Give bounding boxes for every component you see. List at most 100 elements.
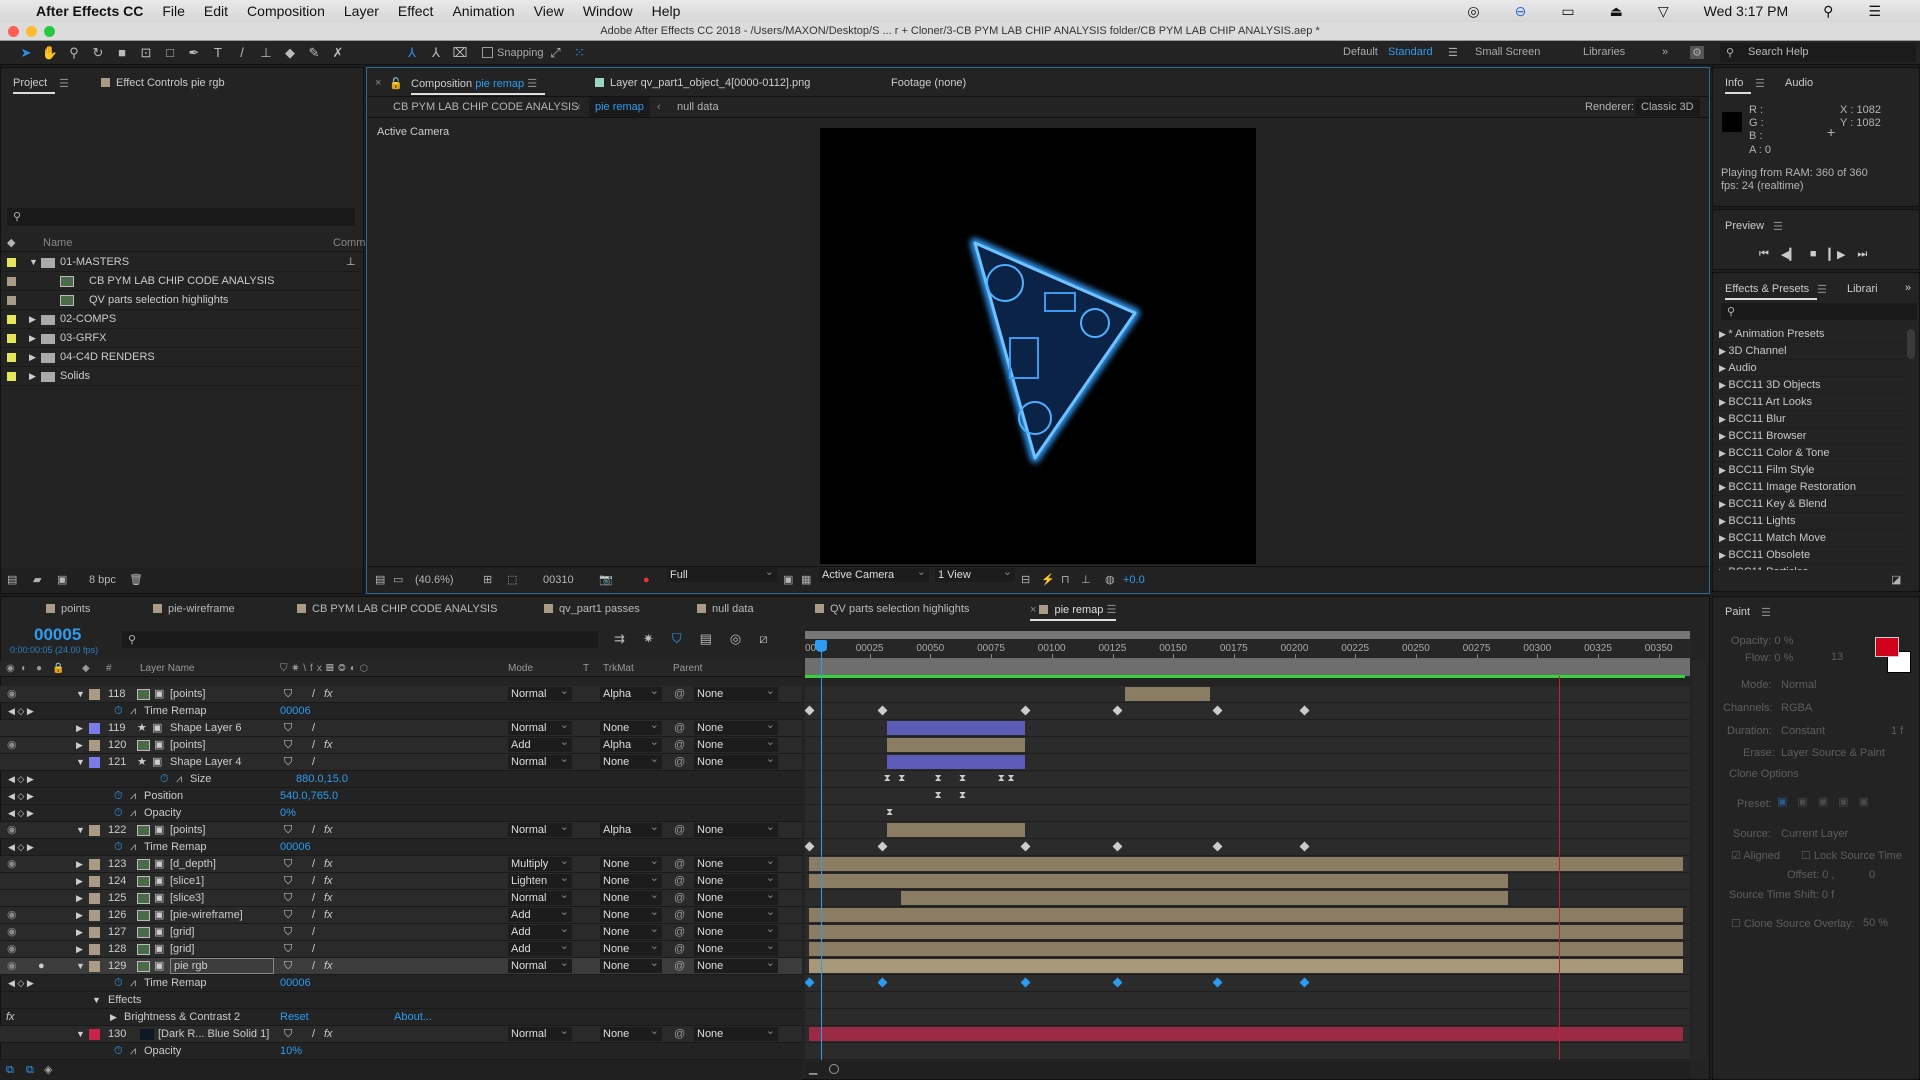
keyframe-navigator-icon[interactable]: ◀ ◇ ▶ xyxy=(8,839,34,856)
layer-name[interactable]: [grid] xyxy=(170,941,194,958)
shy-icon[interactable]: ⛉ xyxy=(284,754,292,771)
menu-file[interactable]: File xyxy=(162,3,185,19)
keyframe[interactable] xyxy=(1212,705,1223,716)
tab-libraries[interactable]: Librari xyxy=(1847,283,1883,295)
bpc-button[interactable]: 8 bpc xyxy=(89,568,116,593)
zoom-tool-icon[interactable]: ⚲ xyxy=(65,44,83,62)
stop-icon[interactable]: ■ xyxy=(1810,248,1817,261)
project-item[interactable]: ▶ Solids xyxy=(1,367,361,386)
interpret-footage-icon[interactable]: ▤ xyxy=(7,568,17,593)
region-of-interest-icon[interactable]: ▣ xyxy=(783,567,793,593)
shy-icon[interactable]: ⛉ xyxy=(284,856,292,873)
trkmat-dropdown[interactable]: Alpha xyxy=(600,735,662,752)
tab-layer[interactable]: Layer qv_part1_object_4[0000-0112].png xyxy=(595,77,810,89)
keyframe[interactable] xyxy=(1020,841,1031,852)
menu-app[interactable]: After Effects CC xyxy=(36,3,143,19)
keyframe[interactable] xyxy=(1112,977,1123,988)
label-color[interactable] xyxy=(89,927,100,938)
property-value[interactable]: 540.0,765.0 xyxy=(280,788,338,805)
eye-icon[interactable]: ◉ xyxy=(7,856,17,873)
pickwhip-icon[interactable]: @ xyxy=(674,890,685,907)
mask-icon[interactable]: ⬚ xyxy=(507,567,517,593)
keyframe[interactable] xyxy=(804,705,815,716)
label-color[interactable] xyxy=(7,315,16,324)
collapsed-triangle-icon[interactable]: ▶ xyxy=(76,873,83,890)
col-number[interactable]: # xyxy=(106,661,112,677)
quality-icon[interactable]: / xyxy=(312,924,315,941)
timeline-search-input[interactable]: ⚲ xyxy=(122,631,598,648)
resolution-dropdown[interactable]: Full xyxy=(667,565,777,582)
collapsed-triangle-icon[interactable]: ▶ xyxy=(76,890,83,907)
quality-icon[interactable]: / xyxy=(312,873,315,890)
hand-tool-icon[interactable]: ✋ xyxy=(41,44,59,62)
layer-name[interactable]: pie rgb xyxy=(170,958,274,974)
layer-duration-bar[interactable] xyxy=(809,959,1684,973)
tab-effects-presets[interactable]: Effects & Presets xyxy=(1725,283,1818,300)
tab-composition[interactable]: Composition pie remap ☰ xyxy=(411,77,546,95)
layer-duration-bar[interactable] xyxy=(886,721,1026,735)
mode-dropdown[interactable]: Normal xyxy=(508,684,572,701)
label-color[interactable] xyxy=(7,258,16,267)
col-name[interactable]: Name xyxy=(43,234,72,252)
solo-switch-icon[interactable]: ● xyxy=(36,661,42,677)
keyframe[interactable] xyxy=(877,977,888,988)
layer-duration-bar[interactable] xyxy=(809,1027,1684,1041)
stopwatch-icon[interactable]: ⏱ xyxy=(114,805,123,822)
clone-preset-2-icon[interactable]: ▣ xyxy=(1797,795,1807,808)
col-trkmat[interactable]: TrkMat xyxy=(603,661,634,677)
spotlight-icon[interactable]: ⚲ xyxy=(1823,3,1833,20)
fx-icon[interactable]: fx xyxy=(324,737,333,754)
timeline-tab[interactable]: QV parts selection highlights xyxy=(815,603,969,615)
delete-icon[interactable]: 🗑 xyxy=(129,568,143,593)
effect-category[interactable]: ▶ * Animation Presets xyxy=(1713,326,1903,343)
fx-icon[interactable]: fx xyxy=(6,1009,15,1026)
mode-dropdown[interactable]: Normal xyxy=(508,888,572,905)
col-comment[interactable]: Comm xyxy=(333,234,365,252)
mode-dropdown[interactable]: Add xyxy=(508,735,572,752)
clone-stamp-tool-icon[interactable]: ⊥ xyxy=(257,44,275,62)
workspace-libraries[interactable]: Libraries xyxy=(1583,46,1625,58)
pickwhip-icon[interactable]: @ xyxy=(674,822,685,839)
label-color[interactable] xyxy=(7,277,16,286)
fx-icon[interactable]: fx xyxy=(324,873,333,890)
hold-keyframe[interactable]: ⧗ xyxy=(1008,773,1015,784)
camera-dropdown[interactable]: Active Camera xyxy=(819,565,929,582)
pickwhip-icon[interactable]: @ xyxy=(674,720,685,737)
trkmat-dropdown[interactable]: None xyxy=(600,718,662,735)
label-color[interactable] xyxy=(7,372,16,381)
close-tab-icon[interactable]: × xyxy=(1030,604,1039,616)
graph-icon[interactable]: ⩘ xyxy=(130,839,136,856)
effect-reset-link[interactable]: Reset xyxy=(280,1009,309,1026)
mode-dropdown[interactable]: Add xyxy=(508,905,572,922)
pickwhip-icon[interactable]: @ xyxy=(674,941,685,958)
lock-icon[interactable]: 🔓 xyxy=(389,77,403,90)
effect-category[interactable]: ▶ BCC11 Browser xyxy=(1713,428,1903,445)
label-color[interactable] xyxy=(89,910,100,921)
pickwhip-icon[interactable]: @ xyxy=(674,754,685,771)
hold-keyframe[interactable]: ⧗ xyxy=(935,773,942,784)
pen-tool-icon[interactable]: ✒ xyxy=(185,44,203,62)
eye-icon[interactable]: ◉ xyxy=(7,822,17,839)
local-axis-icon[interactable]: ⅄ xyxy=(403,44,421,62)
property-value[interactable]: 00006 xyxy=(280,703,311,720)
close-tab-icon[interactable]: × xyxy=(375,77,381,89)
col-layer-name[interactable]: Layer Name xyxy=(140,661,194,677)
mode-dropdown[interactable]: Normal xyxy=(508,752,572,769)
eject-icon[interactable]: ⏏ xyxy=(1610,3,1623,20)
work-area-indicator[interactable] xyxy=(805,675,1685,678)
keyframe[interactable] xyxy=(1212,841,1223,852)
layer-duration-bar[interactable] xyxy=(809,874,1509,888)
effect-category[interactable]: ▶ BCC11 Art Looks xyxy=(1713,394,1903,411)
roto-brush-tool-icon[interactable]: ✎ xyxy=(305,44,323,62)
keyframe-navigator-icon[interactable]: ◀ ◇ ▶ xyxy=(8,771,34,788)
label-tag-icon[interactable]: ◆ xyxy=(82,661,90,677)
layer-name[interactable]: [d_depth] xyxy=(170,856,216,873)
trkmat-dropdown[interactable]: None xyxy=(600,752,662,769)
lock-switch-icon[interactable]: 🔒 xyxy=(52,661,64,677)
collapsed-triangle-icon[interactable]: ▶ xyxy=(29,348,36,367)
tab-effect-controls[interactable]: Effect Controls pie rgb xyxy=(101,77,225,89)
clone-overlay-value[interactable]: 50 % xyxy=(1863,917,1888,929)
label-color[interactable] xyxy=(7,296,16,305)
layer-row[interactable]: ◉ ▶ 128 ▣ [grid] ⛉ / Add None @ None xyxy=(0,939,802,958)
hold-keyframe[interactable]: ⧗ xyxy=(935,790,942,801)
